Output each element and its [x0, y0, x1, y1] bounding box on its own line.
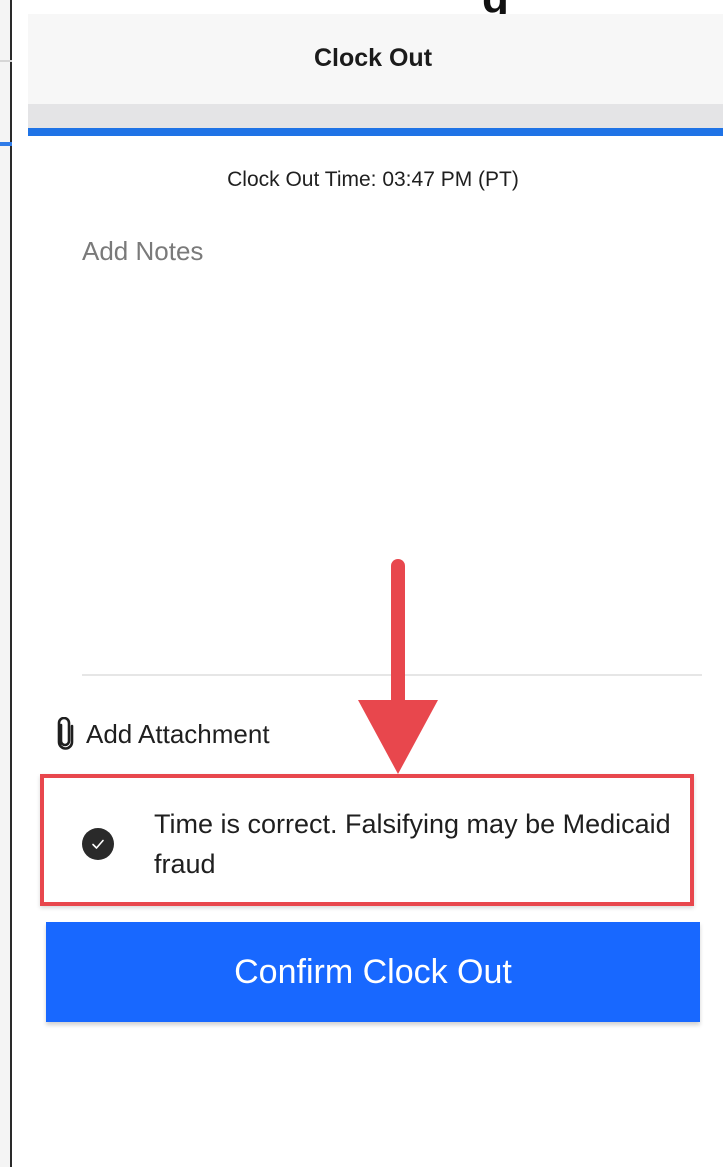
confirm-clock-out-button[interactable]: Confirm Clock Out — [46, 922, 700, 1022]
clock-out-screen: Clock Out Clock Out Time: 03:47 PM (PT) … — [28, 14, 723, 1167]
screenshot-page: g Clock Out Clock Out Time: 03:47 PM (PT… — [0, 0, 723, 1167]
add-attachment-label: Add Attachment — [86, 718, 270, 749]
attestation-checkbox-row[interactable]: Time is correct. Falsifying may be Medic… — [40, 774, 694, 906]
progress-bar — [28, 128, 723, 136]
add-attachment-button[interactable]: Add Attachment — [54, 714, 270, 754]
paperclip-icon — [57, 717, 74, 750]
background-accent-line — [0, 142, 12, 146]
background-app-edge — [0, 0, 12, 1167]
arrow-down-icon — [358, 559, 438, 774]
navigation-bar: Clock Out — [28, 14, 723, 118]
navbar-bottom-band — [28, 104, 723, 128]
attestation-text: Time is correct. Falsifying may be Medic… — [154, 809, 671, 879]
background-divider — [0, 60, 12, 62]
cropped-top-edge: g — [12, 0, 723, 23]
clock-out-time: Clock Out Time: 03:47 PM (PT) — [227, 168, 519, 191]
checkmark-icon[interactable] — [82, 828, 114, 860]
page-title: Clock Out — [313, 44, 433, 72]
notes-placeholder: Add Notes — [82, 236, 204, 266]
